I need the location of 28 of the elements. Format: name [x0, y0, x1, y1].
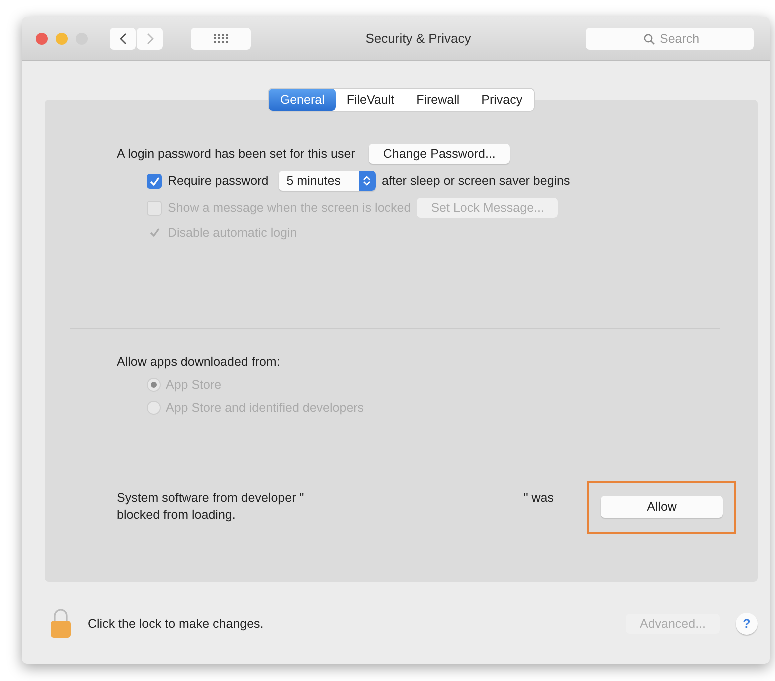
- change-password-button[interactable]: Change Password...: [369, 144, 510, 164]
- interval-dropdown[interactable]: 5 minutes: [278, 171, 376, 191]
- checkmark-icon: [150, 228, 160, 237]
- blocked-message-text: " was: [524, 491, 554, 505]
- stepper-icon: [363, 175, 372, 187]
- section-heading: Allow apps downloaded from:: [117, 355, 282, 369]
- search-icon: [644, 34, 655, 44]
- sleep-text: after sleep or screen saver begins: [382, 174, 570, 188]
- grid-icon: [214, 34, 228, 43]
- window-control-button[interactable]: [36, 32, 48, 44]
- help-button[interactable]: ?: [736, 612, 758, 634]
- blocked-message-text: System software from developer ": [117, 491, 304, 505]
- login-password-text: A login password has been set for this user: [117, 147, 356, 161]
- padlock-icon: [50, 608, 72, 638]
- window-title: Security & Privacy: [364, 31, 472, 46]
- checkbox-label: Require password: [168, 174, 269, 188]
- search-field[interactable]: Search: [586, 28, 754, 50]
- blocked-message-text: blocked from loading.: [117, 508, 237, 522]
- chevron-icon: [118, 32, 128, 46]
- allow-button[interactable]: Allow: [601, 496, 723, 518]
- back-button[interactable]: [110, 28, 136, 50]
- window-control-button[interactable]: [56, 32, 68, 44]
- tab[interactable]: General: [269, 89, 336, 111]
- checkbox[interactable]: [147, 174, 162, 188]
- checkmark-icon: [150, 176, 160, 186]
- lock-status-text: Click the lock to make changes.: [88, 616, 265, 630]
- chevron-icon: [144, 32, 156, 46]
- show-all-button[interactable]: [191, 28, 251, 50]
